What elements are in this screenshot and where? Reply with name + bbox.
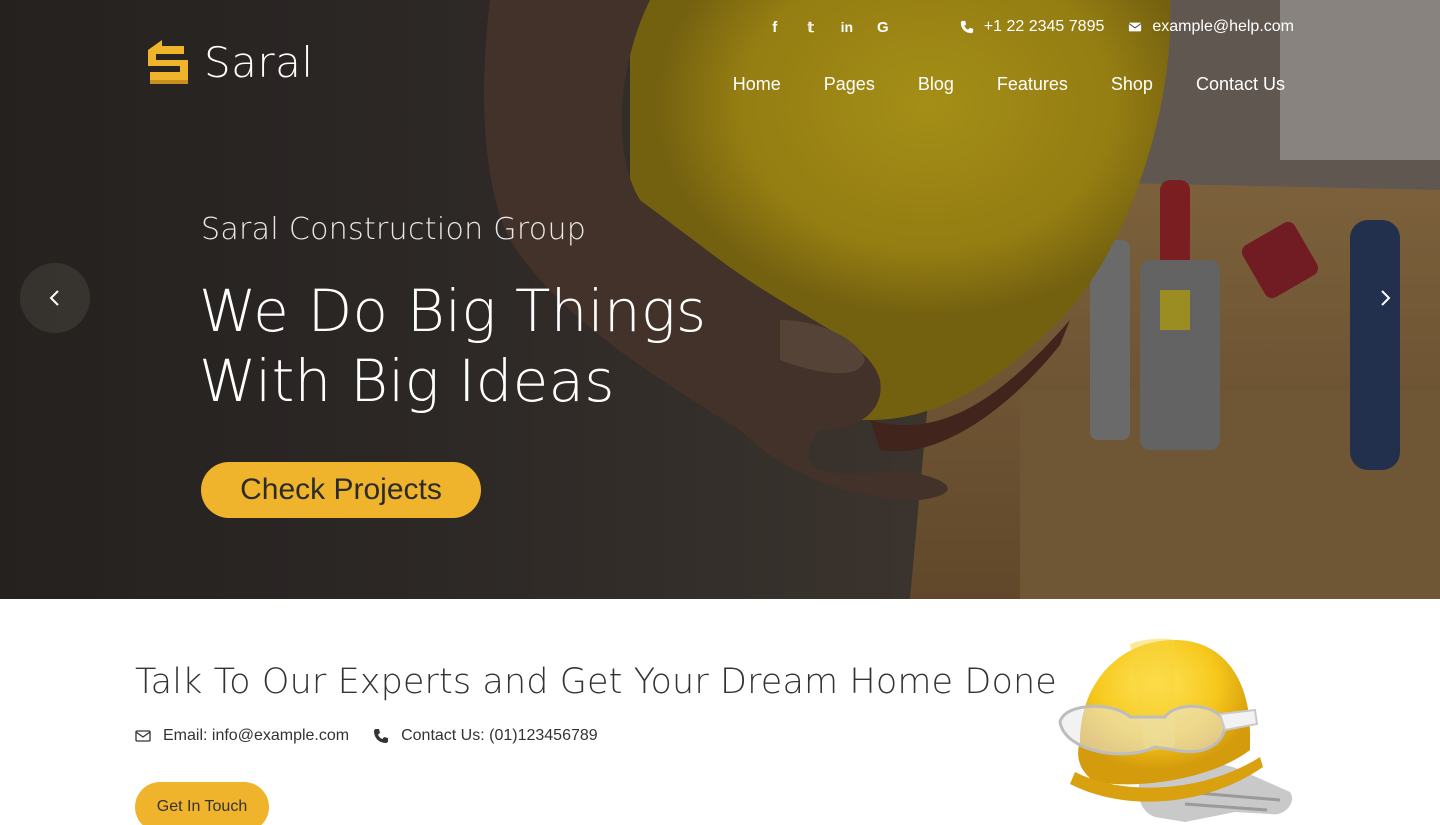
nav-blog[interactable]: Blog — [918, 74, 954, 95]
twitter-icon[interactable]: 𝕥 — [804, 19, 818, 36]
cta-email[interactable]: Email: info@example.com — [135, 727, 349, 745]
cta-contact-info: Email: info@example.com Contact Us: (01)… — [135, 727, 622, 745]
nav-features[interactable]: Features — [997, 74, 1068, 95]
phone-icon — [374, 729, 389, 743]
topbar-phone[interactable]: +1 22 2345 7895 — [960, 18, 1105, 36]
cta-phone[interactable]: Contact Us: (01)123456789 — [373, 727, 598, 745]
social-links: f 𝕥 in G — [768, 19, 890, 36]
top-contact-bar: f 𝕥 in G +1 22 2345 7895 example@help.co… — [768, 18, 1294, 36]
cta-phone-text: Contact Us: (01)123456789 — [401, 727, 598, 744]
slider-prev-button[interactable] — [20, 263, 90, 333]
topbar-email-text: example@help.com — [1152, 18, 1294, 35]
topbar-phone-text: +1 22 2345 7895 — [983, 18, 1105, 35]
hero-title: We Do Big Things With Big Ideas — [199, 276, 706, 416]
brand-name: Saral — [204, 37, 314, 87]
facebook-icon[interactable]: f — [768, 19, 782, 36]
main-nav: Home Pages Blog Features Shop Contact Us — [733, 74, 1285, 95]
chevron-right-icon — [1381, 290, 1391, 306]
slider-next-button[interactable] — [1350, 263, 1420, 333]
check-projects-button[interactable]: Check Projects — [201, 462, 481, 518]
logo-mark-icon — [148, 40, 188, 84]
hero-title-line-2: With Big Ideas — [199, 347, 615, 415]
hero-slider: Saral f 𝕥 in G +1 22 2345 7895 example@h… — [0, 0, 1440, 599]
hero-subtitle: Saral Construction Group — [201, 212, 587, 247]
cta-title: Talk To Our Experts and Get Your Dream H… — [135, 662, 1057, 702]
linkedin-icon[interactable]: in — [840, 19, 854, 36]
envelope-icon — [1128, 22, 1142, 32]
hard-hat-image — [1058, 638, 1293, 822]
nav-pages[interactable]: Pages — [824, 74, 875, 95]
brand-logo[interactable]: Saral — [142, 36, 314, 88]
nav-home[interactable]: Home — [733, 74, 781, 95]
cta-email-text: Email: info@example.com — [163, 727, 350, 744]
chevron-left-icon — [49, 290, 59, 306]
nav-shop[interactable]: Shop — [1111, 74, 1153, 95]
envelope-icon — [135, 730, 151, 742]
phone-icon — [960, 20, 973, 34]
google-icon[interactable]: G — [876, 19, 890, 36]
hero-title-line-1: We Do Big Things — [199, 277, 707, 345]
topbar-email[interactable]: example@help.com — [1128, 18, 1294, 36]
nav-contact-us[interactable]: Contact Us — [1196, 74, 1285, 95]
get-in-touch-button[interactable]: Get In Touch — [135, 782, 269, 825]
